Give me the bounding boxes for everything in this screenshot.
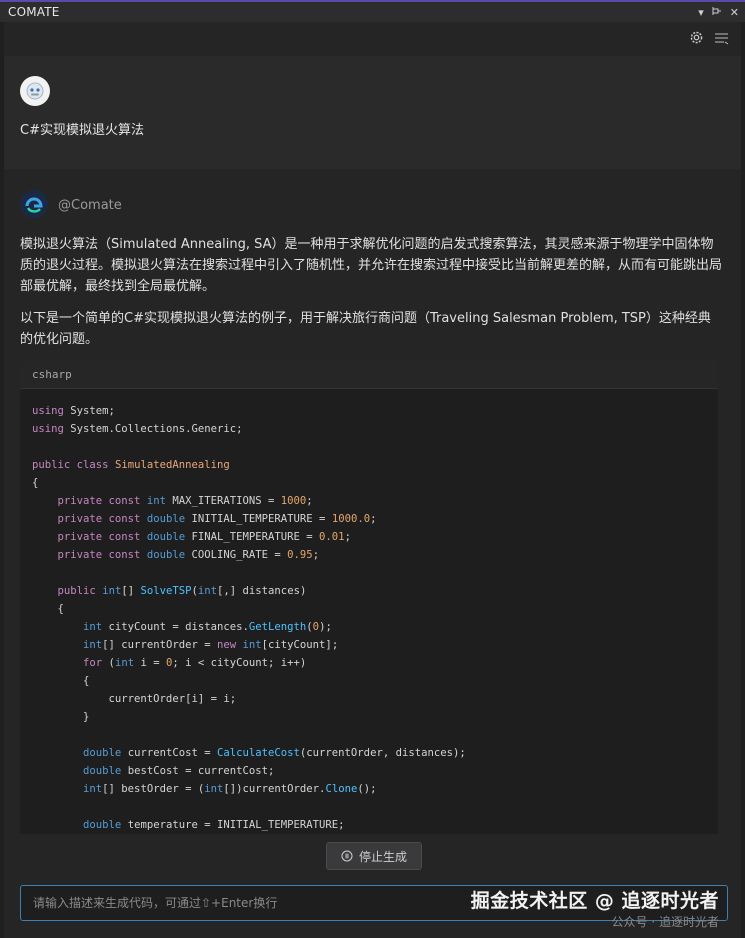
comate-logo-icon <box>25 197 43 213</box>
panel-toolbar <box>4 22 741 56</box>
bot-avatar <box>20 190 48 218</box>
dropdown-icon[interactable]: ▾ <box>698 6 704 19</box>
close-icon[interactable]: ✕ <box>730 6 739 19</box>
stop-generation-label: 停止生成 <box>358 849 407 864</box>
bot-name: @Comate <box>58 198 122 213</box>
user-message-block: C#实现模拟退火算法 <box>4 56 741 169</box>
robot-icon <box>26 82 44 100</box>
history-icon[interactable] <box>714 30 729 49</box>
window-controls: ▾ ✕ <box>698 6 739 19</box>
code-content[interactable]: using System; using System.Collections.G… <box>20 389 718 834</box>
answer-paragraph-2: 以下是一个简单的C#实现模拟退火算法的例子，用于解决旅行商问题（Travelin… <box>20 311 711 347</box>
avatar <box>20 76 50 106</box>
bot-message-block: @Comate 模拟退火算法（Simulated Annealing, SA）是… <box>4 170 741 834</box>
stop-icon <box>341 850 353 862</box>
gear-icon[interactable] <box>689 30 704 49</box>
comate-panel: C#实现模拟退火算法 @Comate 模拟退火算法（Simulated Anne… <box>4 22 741 938</box>
prompt-input-wrapper <box>20 885 728 921</box>
bottom-bar: 停止生成 掘金技术社区 @ 追逐时光者 公众号 · 追逐时光者 <box>4 834 741 938</box>
code-block: csharp using System; using System.Collec… <box>20 361 718 834</box>
prompt-input[interactable] <box>21 886 727 920</box>
user-message: C#实现模拟退火算法 <box>20 123 144 138</box>
stop-generation-button[interactable]: 停止生成 <box>326 842 422 870</box>
pin-icon[interactable] <box>712 6 722 19</box>
code-language-label: csharp <box>20 361 718 389</box>
answer-paragraph-1: 模拟退火算法（Simulated Annealing, SA）是一种用于求解优化… <box>20 237 723 294</box>
window-title: COMATE <box>8 5 60 19</box>
window-titlebar: COMATE ▾ ✕ <box>0 0 745 22</box>
